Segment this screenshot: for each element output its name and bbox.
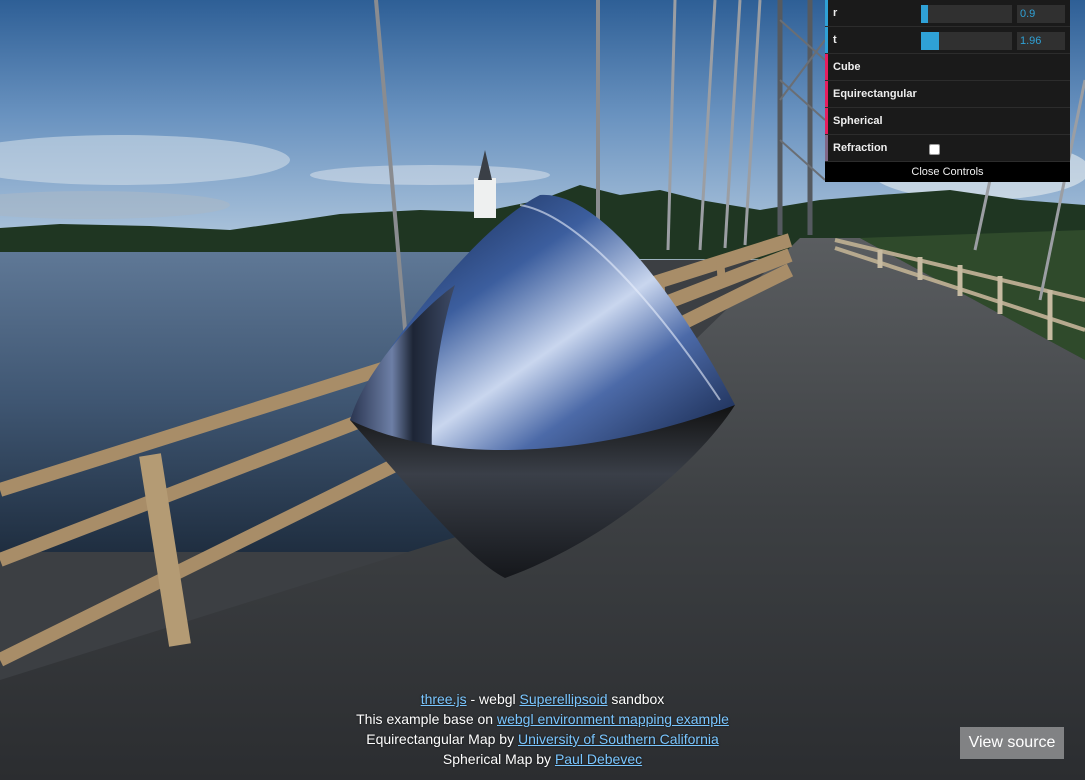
- controls-panel: r 0.9 t 1.96 Cube Equirectangular Spheri…: [825, 0, 1070, 182]
- close-controls-button[interactable]: Close Controls: [825, 162, 1070, 182]
- info-text-webgl: - webgl: [466, 691, 520, 707]
- cube-map-button[interactable]: Cube: [825, 54, 1070, 81]
- function-indicator: [825, 81, 828, 107]
- info-text: three.js - webgl Superellipsoid sandbox …: [0, 689, 1085, 769]
- param-r-slider[interactable]: [921, 5, 1012, 23]
- boolean-indicator: [825, 135, 828, 161]
- equirectangular-map-label: Equirectangular: [833, 88, 917, 100]
- paul-debevec-link[interactable]: Paul Debevec: [555, 751, 642, 767]
- refraction-checkbox[interactable]: [929, 144, 940, 155]
- usc-link[interactable]: University of Southern California: [518, 731, 719, 747]
- threejs-link[interactable]: three.js: [421, 691, 467, 707]
- refraction-label: Refraction: [833, 142, 888, 154]
- equirectangular-map-button[interactable]: Equirectangular: [825, 81, 1070, 108]
- info-text-spherical: Spherical Map by: [442, 751, 555, 767]
- info-line-equirect: Equirectangular Map by University of Sou…: [0, 729, 1085, 749]
- param-t-slider[interactable]: [921, 32, 1012, 50]
- param-t-input[interactable]: 1.96: [1017, 32, 1065, 50]
- param-t-label: t: [833, 34, 837, 46]
- param-r-label: r: [833, 7, 838, 19]
- info-line-spherical: Spherical Map by Paul Debevec: [0, 749, 1085, 769]
- info-line-title: three.js - webgl Superellipsoid sandbox: [0, 689, 1085, 709]
- info-text-equirect: Equirectangular Map by: [366, 731, 518, 747]
- refraction-row[interactable]: Refraction: [825, 135, 1070, 162]
- view-source-button[interactable]: View source: [960, 727, 1064, 759]
- function-indicator: [825, 54, 828, 80]
- spherical-map-button[interactable]: Spherical: [825, 108, 1070, 135]
- param-r-row[interactable]: r 0.9: [825, 0, 1070, 27]
- info-text-sandbox: sandbox: [607, 691, 665, 707]
- param-r-input[interactable]: 0.9: [1017, 5, 1065, 23]
- cube-map-label: Cube: [833, 61, 861, 73]
- env-mapping-example-link[interactable]: webgl environment mapping example: [497, 711, 729, 727]
- spherical-map-label: Spherical: [833, 115, 883, 127]
- superellipsoid-link[interactable]: Superellipsoid: [520, 691, 608, 707]
- slider-fill: [921, 32, 940, 50]
- info-line-base: This example base on webgl environment m…: [0, 709, 1085, 729]
- number-indicator: [825, 27, 828, 53]
- info-text-base: This example base on: [356, 711, 497, 727]
- param-t-row[interactable]: t 1.96: [825, 27, 1070, 54]
- function-indicator: [825, 108, 828, 134]
- slider-fill: [921, 5, 929, 23]
- number-indicator: [825, 0, 828, 26]
